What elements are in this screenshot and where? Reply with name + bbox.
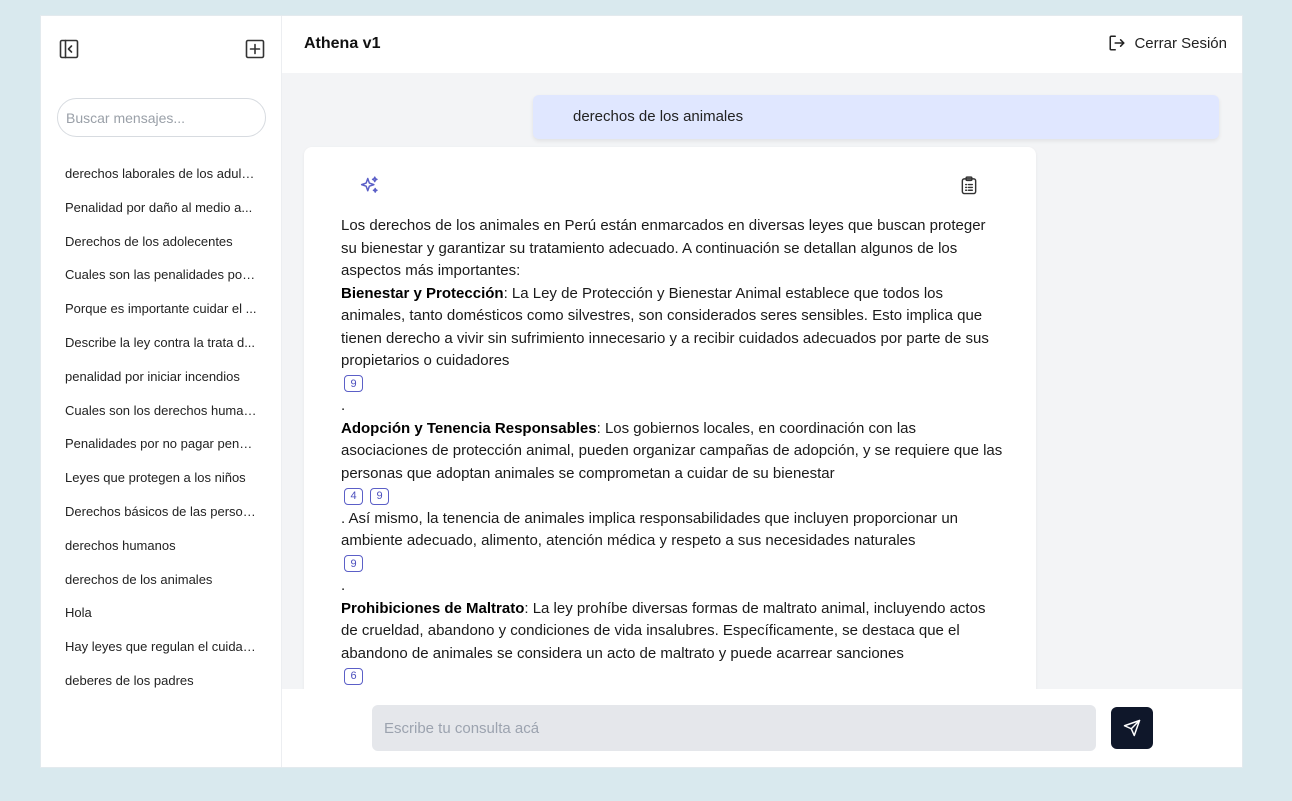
logout-label: Cerrar Sesión — [1134, 34, 1227, 52]
sparkle-icon — [360, 176, 378, 193]
citation-badge[interactable]: 9 — [344, 555, 363, 573]
send-button[interactable] — [1111, 707, 1153, 749]
chat-history-list: derechos laborales de los adultos Penalid… — [41, 158, 281, 699]
answer-separator: . — [341, 577, 346, 594]
history-item[interactable]: Penalidades por no pagar pensi... — [41, 428, 281, 462]
answer-section-3: Prohibiciones de Maltrato: La ley prohíb… — [341, 598, 1003, 666]
composer — [282, 689, 1242, 767]
history-item[interactable]: deberes de los padres — [41, 665, 281, 699]
history-item[interactable]: derechos de los animales — [41, 564, 281, 598]
history-item[interactable]: derechos humanos — [41, 530, 281, 564]
answer-section-2: Adopción y Tenencia Responsables: Los go… — [341, 418, 1003, 486]
new-chat-icon — [245, 39, 265, 59]
history-item[interactable]: Penalidad por daño al medio a... — [41, 192, 281, 226]
assistant-message: Los derechos de los animales en Perú est… — [304, 147, 1036, 689]
app-title: Athena v1 — [304, 35, 381, 52]
section-1-title: Bienestar y Protección — [341, 284, 504, 302]
history-item[interactable]: Cuales son las penalidades por ... — [41, 259, 281, 293]
answer-separator: . — [341, 397, 346, 414]
citation-row: 6 — [341, 665, 1003, 688]
history-item[interactable]: Derechos básicos de las personas — [41, 496, 281, 530]
search-input[interactable] — [57, 98, 266, 137]
section-3-title: Prohibiciones de Maltrato — [341, 599, 525, 617]
assistant-answer: Los derechos de los animales en Perú est… — [341, 215, 1003, 688]
chat-area[interactable]: derechos de los animales Los derechos de… — [282, 73, 1242, 689]
history-item[interactable]: Hola — [41, 597, 281, 631]
citation-badge[interactable]: 9 — [344, 375, 363, 393]
user-message: derechos de los animales — [533, 95, 1219, 139]
history-item[interactable]: Cuales son los derechos human... — [41, 395, 281, 429]
history-item[interactable]: Hay leyes que regulan el cuidad... — [41, 631, 281, 665]
clipboard-icon[interactable] — [960, 176, 978, 195]
sidebar-collapse-button[interactable] — [58, 38, 80, 60]
history-item[interactable]: Leyes que protegen a los niños — [41, 462, 281, 496]
citation-row: 9 — [341, 553, 1003, 576]
main-panel: Athena v1 Cerrar Sesión derechos de los … — [282, 16, 1242, 767]
section-2-continuation: . Así mismo, la tenencia de animales imp… — [341, 509, 959, 550]
history-item[interactable]: Porque es importante cuidar el ... — [41, 293, 281, 327]
sidebar: derechos laborales de los adultosPenalid… — [41, 16, 282, 767]
prompt-input[interactable] — [372, 705, 1096, 751]
citation-row: 4 9 — [341, 485, 1003, 508]
app-window: derechos laborales de los adultosPenalid… — [41, 16, 1242, 767]
section-2-title: Adopción y Tenencia Responsables — [341, 419, 597, 437]
citation-badge[interactable]: 6 — [344, 667, 363, 685]
sidebar-toolbar — [41, 16, 281, 82]
send-icon — [1123, 719, 1141, 737]
answer-intro: Los derechos de los animales en Perú est… — [341, 217, 986, 279]
header: Athena v1 Cerrar Sesión — [282, 16, 1242, 73]
citation-badge[interactable]: 4 — [344, 487, 363, 505]
answer-section-1: Bienestar y Protección: La Ley de Protec… — [341, 283, 1003, 373]
sidebar-collapse-icon — [59, 39, 79, 59]
logout-icon — [1109, 35, 1125, 51]
new-chat-button[interactable] — [244, 38, 266, 60]
history-item[interactable]: penalidad por iniciar incendios — [41, 361, 281, 395]
history-item[interactable]: derechos laborales de los adultos — [41, 158, 281, 192]
citation-row: 9 — [341, 373, 1003, 396]
logout-button[interactable]: Cerrar Sesión — [1108, 34, 1227, 52]
search-box — [57, 98, 266, 137]
history-item[interactable]: Describe la ley contra la trata d... — [41, 327, 281, 361]
history-item[interactable]: Derechos de los adolecentes — [41, 226, 281, 260]
citation-badge[interactable]: 9 — [370, 487, 389, 505]
